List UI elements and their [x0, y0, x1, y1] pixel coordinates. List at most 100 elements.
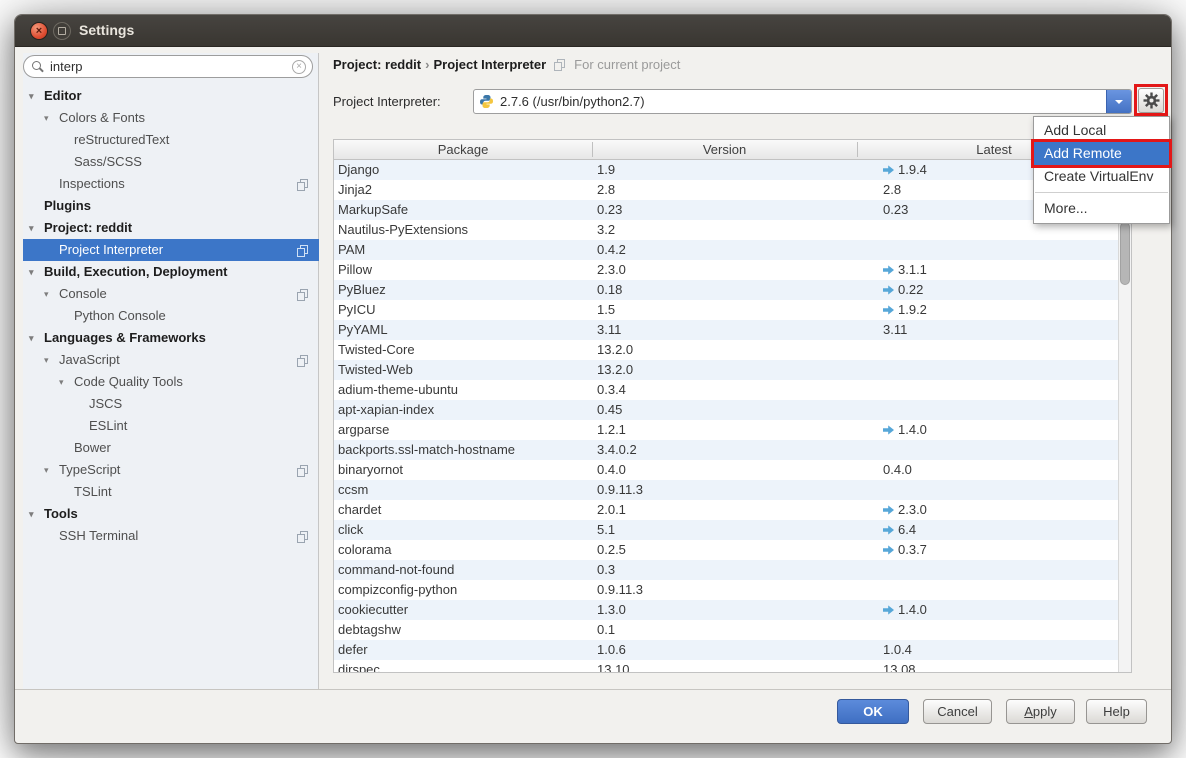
- package-row-nautilus-pyextensions[interactable]: Nautilus-PyExtensions3.2: [334, 220, 1131, 240]
- sidebar-item-ssh-terminal[interactable]: SSH Terminal: [23, 525, 319, 547]
- expand-arrow-icon[interactable]: ▾: [59, 371, 74, 393]
- sidebar-item-bower[interactable]: Bower: [23, 437, 319, 459]
- package-row-django[interactable]: Django1.91.9.4: [334, 160, 1131, 180]
- sidebar-item-label: TSLint: [74, 484, 112, 499]
- package-row-cookiecutter[interactable]: cookiecutter1.3.01.4.0: [334, 600, 1131, 620]
- package-version-cell: 2.3.0: [592, 260, 857, 280]
- package-row-click[interactable]: click5.16.4: [334, 520, 1131, 540]
- package-row-adium-theme-ubuntu[interactable]: adium-theme-ubuntu0.3.4: [334, 380, 1131, 400]
- menu-item-more[interactable]: More...: [1034, 197, 1169, 220]
- sidebar-item-plugins[interactable]: Plugins: [23, 195, 319, 217]
- sidebar-item-restructuredtext[interactable]: reStructuredText: [23, 129, 319, 151]
- table-vertical-scrollbar[interactable]: [1118, 160, 1131, 672]
- expand-arrow-icon[interactable]: ▾: [29, 503, 44, 525]
- package-version-cell: 0.2.5: [592, 540, 857, 560]
- sidebar-item-editor[interactable]: ▾Editor: [23, 85, 319, 107]
- package-name-cell: command-not-found: [334, 560, 592, 580]
- package-latest-cell: [857, 380, 1131, 400]
- sidebar-item-build-execution-deployment[interactable]: ▾Build, Execution, Deployment: [23, 261, 319, 283]
- sidebar-item-project-interpreter[interactable]: Project Interpreter: [23, 239, 319, 261]
- expand-arrow-icon[interactable]: ▾: [29, 327, 44, 349]
- sidebar-item-python-console[interactable]: Python Console: [23, 305, 319, 327]
- sidebar-item-colors-fonts[interactable]: ▾Colors & Fonts: [23, 107, 319, 129]
- package-row-compizconfig-python[interactable]: compizconfig-python0.9.11.3: [334, 580, 1131, 600]
- sidebar-item-typescript[interactable]: ▾TypeScript: [23, 459, 319, 481]
- expand-arrow-icon[interactable]: ▾: [44, 349, 59, 371]
- interpreter-settings-button[interactable]: [1138, 88, 1164, 113]
- menu-item-add-remote[interactable]: Add Remote: [1034, 142, 1169, 165]
- sidebar-item-label: Sass/SCSS: [74, 154, 142, 169]
- sidebar-item-javascript[interactable]: ▾JavaScript: [23, 349, 319, 371]
- ok-button[interactable]: OK: [837, 699, 909, 724]
- sidebar-item-code-quality-tools[interactable]: ▾Code Quality Tools: [23, 371, 319, 393]
- package-row-apt-xapian-index[interactable]: apt-xapian-index0.45: [334, 400, 1131, 420]
- expand-arrow-icon[interactable]: ▾: [44, 283, 59, 305]
- menu-item-create-virtualenv[interactable]: Create VirtualEnv: [1034, 165, 1169, 188]
- maximize-button[interactable]: [53, 22, 71, 40]
- package-row-defer[interactable]: defer1.0.61.0.4: [334, 640, 1131, 660]
- package-row-pyicu[interactable]: PyICU1.51.9.2: [334, 300, 1131, 320]
- package-row-ccsm[interactable]: ccsm0.9.11.3: [334, 480, 1131, 500]
- package-version-cell: 3.11: [592, 320, 857, 340]
- package-row-jinja2[interactable]: Jinja22.82.8: [334, 180, 1131, 200]
- expand-arrow-icon[interactable]: ▾: [29, 261, 44, 283]
- sidebar-item-tools[interactable]: ▾Tools: [23, 503, 319, 525]
- sidebar-item-label: Languages & Frameworks: [44, 330, 206, 345]
- expand-arrow-icon[interactable]: ▾: [44, 459, 59, 481]
- package-row-backports-ssl-match-hostname[interactable]: backports.ssl-match-hostname3.4.0.2: [334, 440, 1131, 460]
- sidebar-item-console[interactable]: ▾Console: [23, 283, 319, 305]
- copy-icon: [297, 245, 307, 256]
- package-name-cell: adium-theme-ubuntu: [334, 380, 592, 400]
- package-latest-cell: 1.4.0: [857, 600, 1131, 620]
- sidebar-item-label: reStructuredText: [74, 132, 169, 147]
- column-header-package[interactable]: Package: [334, 140, 592, 159]
- expand-arrow-icon[interactable]: ▾: [29, 85, 44, 107]
- package-row-colorama[interactable]: colorama0.2.50.3.7: [334, 540, 1131, 560]
- apply-button[interactable]: Apply: [1006, 699, 1075, 724]
- combobox-dropdown-button[interactable]: [1106, 90, 1131, 113]
- scrollbar-thumb[interactable]: [1120, 222, 1130, 285]
- package-version-cell: 0.3.4: [592, 380, 857, 400]
- package-row-command-not-found[interactable]: command-not-found0.3: [334, 560, 1131, 580]
- sidebar-item-project-reddit[interactable]: ▾Project: reddit: [23, 217, 319, 239]
- package-row-twisted-web[interactable]: Twisted-Web13.2.0: [334, 360, 1131, 380]
- sidebar-item-languages-frameworks[interactable]: ▾Languages & Frameworks: [23, 327, 319, 349]
- package-row-twisted-core[interactable]: Twisted-Core13.2.0: [334, 340, 1131, 360]
- package-latest-cell: [857, 480, 1131, 500]
- sidebar-item-sass-scss[interactable]: Sass/SCSS: [23, 151, 319, 173]
- column-header-version[interactable]: Version: [592, 140, 857, 159]
- sidebar-item-inspections[interactable]: Inspections: [23, 173, 319, 195]
- package-row-dirspec[interactable]: dirspec13.1013.08: [334, 660, 1131, 673]
- breadcrumb-project[interactable]: Project: reddit: [333, 57, 421, 72]
- package-row-markupsafe[interactable]: MarkupSafe0.230.23: [334, 200, 1131, 220]
- package-row-pyyaml[interactable]: PyYAML3.113.11: [334, 320, 1131, 340]
- expand-arrow-icon[interactable]: ▾: [44, 107, 59, 129]
- copy-icon: [297, 179, 307, 190]
- help-button[interactable]: Help: [1086, 699, 1147, 724]
- package-row-pybluez[interactable]: PyBluez0.180.22: [334, 280, 1131, 300]
- sidebar-item-label: SSH Terminal: [59, 528, 138, 543]
- package-latest-cell: [857, 560, 1131, 580]
- cancel-button[interactable]: Cancel: [923, 699, 992, 724]
- package-row-pillow[interactable]: Pillow2.3.03.1.1: [334, 260, 1131, 280]
- package-row-binaryornot[interactable]: binaryornot0.4.00.4.0: [334, 460, 1131, 480]
- search-input[interactable]: [48, 57, 282, 76]
- menu-item-add-local[interactable]: Add Local: [1034, 119, 1169, 142]
- sidebar-item-tslint[interactable]: TSLint: [23, 481, 319, 503]
- sidebar-item-label: Code Quality Tools: [74, 374, 183, 389]
- package-row-pam[interactable]: PAM0.4.2: [334, 240, 1131, 260]
- package-row-debtagshw[interactable]: debtagshw0.1: [334, 620, 1131, 640]
- sidebar-item-jscs[interactable]: JSCS: [23, 393, 319, 415]
- interpreter-combobox[interactable]: 2.7.6 (/usr/bin/python2.7): [473, 89, 1132, 114]
- clear-search-icon[interactable]: ×: [292, 60, 306, 74]
- package-latest-cell: 0.4.0: [857, 460, 1131, 480]
- package-row-chardet[interactable]: chardet2.0.12.3.0: [334, 500, 1131, 520]
- sidebar-item-eslint[interactable]: ESLint: [23, 415, 319, 437]
- close-button[interactable]: ×: [30, 22, 48, 40]
- package-row-argparse[interactable]: argparse1.2.11.4.0: [334, 420, 1131, 440]
- expand-arrow-icon[interactable]: ▾: [29, 217, 44, 239]
- package-version-cell: 2.8: [592, 180, 857, 200]
- package-latest-cell: [857, 580, 1131, 600]
- update-available-icon: [883, 265, 894, 275]
- package-version-cell: 2.0.1: [592, 500, 857, 520]
